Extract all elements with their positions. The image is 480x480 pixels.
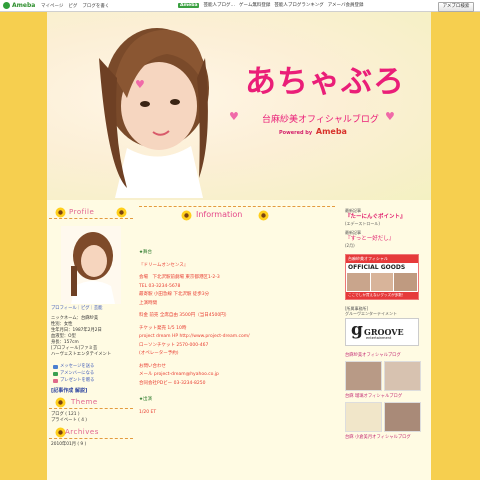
archives-heading-label: Archives bbox=[65, 428, 99, 436]
profile-heading-label: Profile bbox=[69, 208, 95, 216]
info-appearance-title: ★出演 bbox=[139, 397, 153, 402]
info-contact-company: 合同会社PDビー 03-3234-8250 bbox=[139, 380, 206, 386]
theme-item-private[interactable]: プライベート ( 4 ) bbox=[51, 418, 133, 424]
related-blog-link-3[interactable]: 台麻 小倉美月オフィシャルブログ bbox=[345, 434, 429, 441]
sunflower-icon bbox=[55, 207, 66, 218]
ameba-brand-label: Ameba bbox=[12, 2, 36, 9]
heart-icon: ♥ bbox=[229, 110, 239, 123]
related-blog-link-2[interactable]: 台麻 瑠璃オフィシャルブログ bbox=[345, 393, 429, 400]
become-amember-link[interactable]: アメンバーになる bbox=[53, 370, 133, 377]
info-appearance-date: 1/20 ET bbox=[139, 409, 157, 415]
sunflower-icon bbox=[116, 207, 127, 218]
heart-icon: ♥ bbox=[135, 78, 145, 91]
info-contact-mail[interactable]: メール project-dream@hyahoo.co.jp bbox=[139, 371, 337, 380]
sunflower-icon bbox=[258, 210, 269, 221]
sunflower-icon bbox=[55, 397, 66, 408]
gift-icon bbox=[53, 378, 58, 383]
blog-subtitle: 台麻紗美オフィシャルブログ bbox=[262, 115, 379, 125]
powered-by-ameba-logo: Ameba bbox=[315, 127, 347, 136]
recent-entry-2[interactable]: 『すっとー好だし』 bbox=[345, 235, 429, 243]
profile-heading: Profile bbox=[49, 207, 133, 219]
info-stage-title: ★舞台 bbox=[139, 250, 153, 255]
info-price: 料金 前売 全席自由 3500円（当日4500円） bbox=[139, 313, 230, 318]
ameba-top-bar: Ameba マイページ ピグ ブログを書く Ameba 芸能人ブログ… ゲーム無… bbox=[0, 0, 480, 12]
left-sidebar: Profile プロフィール｜ピグ｜芸能 ニックネーム：台麻紗美 性別：女性 生… bbox=[49, 207, 133, 448]
nav-mypage[interactable]: マイページ bbox=[41, 3, 63, 9]
blog-title: あちゃぶろ bbox=[245, 64, 405, 100]
ameba-logo-icon bbox=[3, 2, 10, 9]
theme-heading-label: Theme bbox=[71, 398, 98, 406]
powered-by: Powered by Ameba bbox=[279, 127, 347, 136]
promo-links: Ameba 芸能人ブログ… ゲーム無料登録 芸能人ブログランキング アメーバ会員… bbox=[178, 2, 363, 8]
blog-page: ♥ ♥ ♥ あちゃぶろ 台麻紗美オフィシャルブログ Powered by Ame… bbox=[47, 12, 431, 480]
groove-logo-sub: entertainment bbox=[366, 336, 392, 340]
send-message-link[interactable]: メッセージを送る bbox=[53, 363, 133, 370]
info-station: 最寄駅 小田急線 下北沢駅 徒歩3分 bbox=[139, 292, 210, 297]
goods-photo bbox=[370, 273, 394, 291]
groove-entertainment-logo[interactable]: g GROOVE entertainment bbox=[345, 318, 419, 346]
information-heading-label: Information bbox=[196, 210, 243, 219]
info-contact-title: お問い合わせ bbox=[139, 363, 166, 369]
info-ticket-sale: チケット発売 1/5 10時 bbox=[139, 325, 187, 331]
promo-badge: Ameba bbox=[178, 2, 200, 8]
header-portrait-illustration bbox=[99, 28, 209, 198]
agency-name: グルーヴエンターテイメント bbox=[345, 311, 397, 316]
main-content: Information ★舞台 『ドリームオンセンス』 会場 下北沢駅前劇場 東… bbox=[137, 206, 337, 417]
groove-logo-g: g bbox=[351, 320, 363, 340]
info-operator: (オペレーター予約) bbox=[139, 351, 179, 356]
banner-photos bbox=[346, 272, 418, 292]
promo-link-3[interactable]: 芸能人ブログランキング bbox=[274, 2, 323, 8]
member-icon bbox=[53, 371, 58, 376]
banner-top-text: 台麻紗美オフィシャル bbox=[346, 255, 418, 263]
official-goods-banner[interactable]: 台麻紗美オフィシャル OFFICIAL GOODS ここでしか買えないグッズが多… bbox=[345, 254, 419, 300]
promo-link-2[interactable]: ゲーム無料登録 bbox=[239, 2, 270, 8]
info-duration: 上演時間 bbox=[139, 300, 157, 306]
heart-icon: ♥ bbox=[385, 110, 395, 123]
related-blog-link-1[interactable]: 台麻紗美オフィシャルブログ bbox=[345, 352, 429, 359]
related-blog-thumbs-1 bbox=[345, 361, 429, 391]
sunflower-icon bbox=[181, 210, 192, 221]
profile-photo[interactable] bbox=[61, 226, 121, 304]
info-play-name: 『ドリームオンセンス』 bbox=[139, 262, 189, 268]
mail-icon bbox=[53, 364, 58, 369]
send-gift-link[interactable]: プレゼントを贈る bbox=[53, 377, 133, 384]
blog-thumbnail[interactable] bbox=[384, 361, 421, 391]
promo-link-4[interactable]: アメーバ会員登録 bbox=[328, 2, 364, 8]
nav-pigg[interactable]: ピグ bbox=[68, 3, 77, 9]
goods-photo bbox=[347, 273, 370, 291]
blog-header-banner[interactable]: ♥ ♥ ♥ あちゃぶろ 台麻紗美オフィシャルブログ Powered by Ame… bbox=[47, 12, 431, 200]
promo-link-1[interactable]: 芸能人ブログ… bbox=[203, 2, 235, 8]
info-tel: TEL 03-3234-5678 bbox=[139, 283, 181, 289]
information-heading: Information bbox=[137, 207, 337, 223]
article-guide-link[interactable]: [記事作成 解説] bbox=[51, 387, 133, 394]
related-blog-thumbs-2 bbox=[345, 402, 429, 432]
right-sidebar: 最新記事 『たーにんぐポイント』 (エデーストロール) 最新記事 『すっとー好だ… bbox=[341, 208, 429, 441]
archive-item[interactable]: 2010年01月 ( 9 ) bbox=[51, 442, 133, 448]
info-venue: 会場 下北沢駅前劇場 東京都港区1-2-3 bbox=[139, 275, 220, 280]
powered-by-label: Powered by bbox=[279, 130, 313, 136]
nav-write-blog[interactable]: ブログを書く bbox=[82, 3, 109, 9]
info-project-hp[interactable]: project dream HP http://www.project-drea… bbox=[139, 333, 337, 342]
ameba-logo-link[interactable]: Ameba bbox=[0, 2, 41, 9]
archives-heading: Archives bbox=[49, 427, 133, 439]
ameblo-search-button[interactable]: アメブロ検索 bbox=[438, 2, 474, 12]
recent-entry-1[interactable]: 『たーにんぐポイント』 bbox=[345, 213, 429, 221]
profile-agency: ハーヴェストエンタテイメント bbox=[51, 352, 112, 357]
goods-photo bbox=[394, 273, 418, 291]
theme-heading: Theme bbox=[49, 397, 133, 409]
banner-title: OFFICIAL GOODS bbox=[348, 264, 406, 271]
top-nav: マイページ ピグ ブログを書く bbox=[41, 3, 109, 9]
info-lawson-ticket: ローソンチケット 2570-000-467 bbox=[139, 342, 209, 348]
blog-thumbnail[interactable] bbox=[345, 361, 382, 391]
banner-bottom-text: ここでしか買えないグッズが多数！ bbox=[346, 292, 418, 299]
blog-thumbnail[interactable] bbox=[345, 402, 382, 432]
blog-thumbnail[interactable] bbox=[384, 402, 421, 432]
